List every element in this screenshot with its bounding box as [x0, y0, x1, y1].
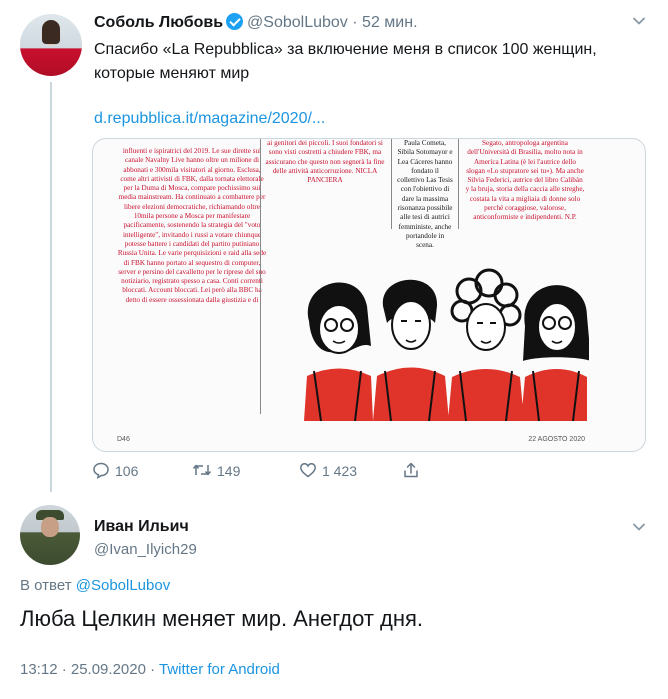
in-reply-handle-link[interactable]: @SobolLubov — [76, 577, 170, 594]
separator: · — [352, 14, 358, 31]
column-divider — [458, 139, 459, 229]
author-name[interactable]: Иван Ильич — [94, 517, 189, 537]
avatar[interactable] — [20, 14, 82, 76]
tweet-actions: 106 149 1 423 — [92, 461, 452, 481]
page-number: D46 — [117, 436, 130, 443]
avatar[interactable] — [20, 505, 80, 565]
author-name[interactable]: Соболь Любовь — [94, 14, 223, 31]
column-divider — [260, 139, 261, 414]
retweet-icon — [192, 464, 212, 476]
retweet-count: 149 — [217, 463, 241, 479]
column-divider — [391, 139, 392, 229]
article-column: ai genitori dei piccoli. I suoi fondator… — [265, 139, 385, 185]
in-reply-to: В ответ @SobolLubov — [20, 576, 170, 596]
tweet-original[interactable]: Соболь Любовь @SobolLubov · 52 мин. Спаси… — [0, 0, 668, 500]
verified-icon — [226, 13, 244, 30]
reply-count: 106 — [115, 463, 139, 479]
tweet-meta: 13:12 · 25.09.2020 · Twitter for Android — [20, 660, 280, 680]
in-reply-label: В ответ — [20, 577, 72, 594]
article-column: influenti e ispiratrici del 2019. Le sue… — [117, 147, 267, 304]
tweet-text: Спасибо «La Repubblica» за включение мен… — [94, 38, 654, 86]
share-icon — [404, 462, 418, 478]
tweet-timestamp[interactable]: 13:12 · 25.09.2020 · — [20, 661, 155, 678]
author-handle[interactable]: @Ivan_Ilyich29 — [94, 540, 197, 560]
author-handle[interactable]: @SobolLubov — [247, 14, 348, 31]
tweet-text-line: Спасибо «La Repubblica» за включение мен… — [94, 41, 597, 58]
tweet-source-link[interactable]: Twitter for Android — [159, 661, 280, 678]
tweet-text: Люба Целкин меняет мир. Анегдот дня. — [20, 606, 424, 631]
heart-icon — [300, 463, 316, 478]
like-button[interactable]: 1 423 — [299, 461, 357, 480]
tweet-link[interactable]: d.repubblica.it/magazine/2020/... — [94, 108, 325, 130]
illustration-four-women — [304, 268, 589, 421]
chevron-down-icon[interactable] — [632, 520, 646, 534]
tweet-header: Соболь Любовь @SobolLubov · 52 мин. — [94, 13, 418, 33]
reply-icon — [93, 462, 109, 479]
chevron-down-icon[interactable] — [632, 14, 646, 28]
tweet-text-line: которые меняют мир — [94, 65, 250, 82]
article-column: Segato, antropologa argentina dell'Unive… — [465, 139, 585, 222]
reply-button[interactable]: 106 — [92, 461, 138, 480]
thread-line — [50, 82, 52, 492]
share-button[interactable] — [402, 461, 425, 480]
article-column: Paula Cometa, Sibila Sotomayor e Lea Các… — [397, 139, 453, 250]
tweet-time[interactable]: 52 мин. — [362, 14, 417, 31]
tweet-media-image[interactable]: influenti e ispiratrici del 2019. Le sue… — [92, 138, 646, 452]
page-date: 22 AGOSTO 2020 — [528, 436, 585, 443]
like-count: 1 423 — [322, 463, 358, 479]
tweet-reply[interactable]: Иван Ильич @Ivan_Ilyich29 В ответ @Sobol… — [0, 500, 668, 699]
retweet-button[interactable]: 149 — [192, 461, 240, 480]
